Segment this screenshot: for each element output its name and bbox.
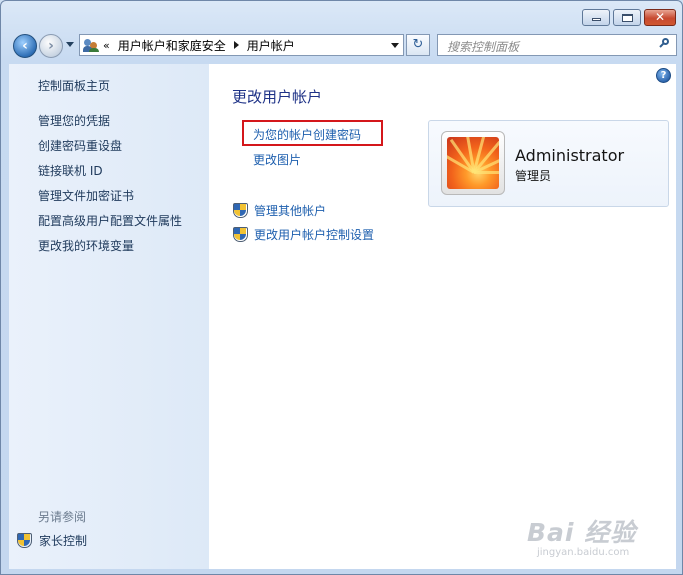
recent-pages-dropdown[interactable] xyxy=(66,42,74,47)
uac-shield-icon xyxy=(233,203,248,218)
close-icon: ✕ xyxy=(654,10,666,24)
flower-picture-icon xyxy=(447,137,499,189)
baidu-watermark-url: jingyan.baidu.com xyxy=(537,547,630,558)
uac-shield-icon xyxy=(233,227,248,242)
manage-other-accounts-row[interactable]: 管理其他帐户 xyxy=(233,202,326,219)
manage-other-accounts-link[interactable]: 管理其他帐户 xyxy=(254,202,326,219)
sidebar: 控制面板主页 管理您的凭据 创建密码重设盘 链接联机 ID 管理文件加密证书 配… xyxy=(9,64,209,569)
uac-settings-link[interactable]: 更改用户帐户控制设置 xyxy=(254,226,374,243)
parental-controls-label: 家长控制 xyxy=(39,534,88,548)
uac-settings-row[interactable]: 更改用户帐户控制设置 xyxy=(233,226,374,243)
refresh-button[interactable]: ↻ xyxy=(406,34,430,56)
change-picture-link[interactable]: 更改图片 xyxy=(253,151,301,168)
create-password-link[interactable]: 为您的帐户创建密码 xyxy=(253,126,361,143)
back-button[interactable]: ‹ xyxy=(13,34,37,58)
sidebar-item-password-reset-disk[interactable]: 创建密码重设盘 xyxy=(38,140,182,152)
search-icon[interactable] xyxy=(659,38,670,48)
avatar[interactable] xyxy=(441,131,505,195)
sidebar-item-control-panel-home[interactable]: 控制面板主页 xyxy=(38,80,182,92)
sidebar-item-environment-variables[interactable]: 更改我的环境变量 xyxy=(38,240,182,252)
account-card: Administrator 管理员 xyxy=(428,120,669,207)
minimize-button[interactable] xyxy=(582,9,610,26)
minimize-icon xyxy=(592,18,601,21)
see-also-heading: 另请参阅 xyxy=(38,510,87,524)
help-icon[interactable]: ? xyxy=(656,68,671,83)
back-arrow-icon: ‹ xyxy=(22,38,28,54)
maximize-icon xyxy=(622,14,633,22)
address-dropdown-icon[interactable] xyxy=(391,43,399,48)
breadcrumb-separator-icon[interactable] xyxy=(233,41,239,49)
sidebar-links: 控制面板主页 管理您的凭据 创建密码重设盘 链接联机 ID 管理文件加密证书 配… xyxy=(38,80,182,265)
forward-button[interactable]: › xyxy=(39,34,63,58)
sidebar-item-encryption-certificates[interactable]: 管理文件加密证书 xyxy=(38,190,182,202)
caption-buttons: ✕ xyxy=(582,9,676,26)
account-role: 管理员 xyxy=(515,169,552,183)
forward-arrow-icon: › xyxy=(48,38,54,54)
breadcrumb-overflow[interactable]: « xyxy=(103,39,110,52)
baidu-watermark: Bai 经验 xyxy=(527,518,637,547)
search-placeholder: 搜索控制面板 xyxy=(447,40,520,54)
account-name: Administrator xyxy=(515,146,625,165)
sidebar-item-link-online-id[interactable]: 链接联机 ID xyxy=(38,165,182,177)
sidebar-item-parental-controls[interactable]: 家长控制 xyxy=(17,532,87,549)
page-title: 更改用户帐户 xyxy=(232,88,323,106)
user-accounts-icon xyxy=(83,38,99,52)
refresh-icon: ↻ xyxy=(412,37,424,52)
address-bar[interactable]: « 用户帐户和家庭安全 用户帐户 xyxy=(79,34,404,56)
sidebar-item-advanced-profile-properties[interactable]: 配置高级用户配置文件属性 xyxy=(38,215,182,227)
uac-shield-icon xyxy=(17,533,32,548)
maximize-button[interactable] xyxy=(613,9,641,26)
close-button[interactable]: ✕ xyxy=(644,9,676,26)
main-content: ? 更改用户帐户 为您的帐户创建密码 更改图片 管理其他帐户 更改用户帐户控制设… xyxy=(209,64,676,569)
sidebar-item-manage-credentials[interactable]: 管理您的凭据 xyxy=(38,115,182,127)
breadcrumb-item-family-safety[interactable]: 用户帐户和家庭安全 xyxy=(118,37,226,54)
breadcrumb-item-user-accounts[interactable]: 用户帐户 xyxy=(247,37,295,54)
search-input[interactable]: 搜索控制面板 xyxy=(437,34,677,56)
window-frame: ✕ ‹ › « 用户帐户和家庭安全 用户帐户 ↻ 搜索控制面板 控制面板主页 管… xyxy=(0,0,683,575)
